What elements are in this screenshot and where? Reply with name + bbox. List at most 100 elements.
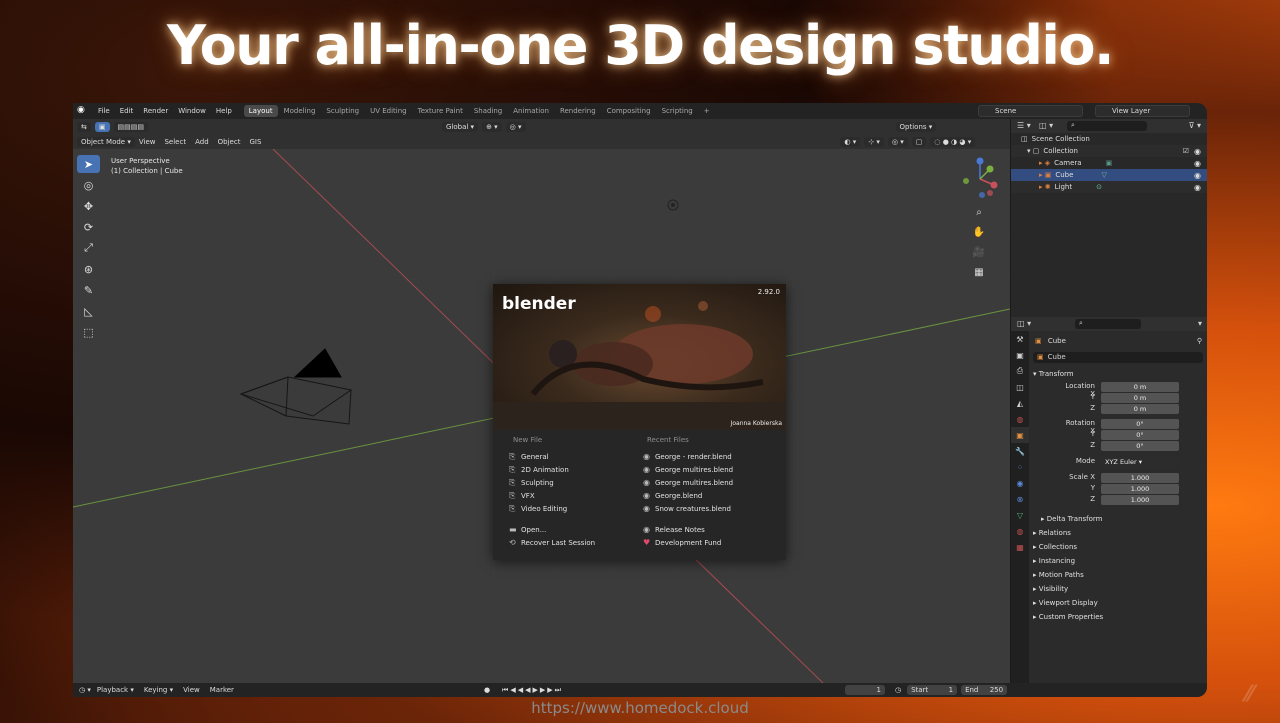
- axis-gizmo-icon[interactable]: [954, 155, 1004, 201]
- motion-paths-header[interactable]: ▸ Motion Paths: [1033, 571, 1084, 579]
- rotation-z-field[interactable]: 0°: [1101, 441, 1179, 451]
- current-frame-field[interactable]: 1: [844, 685, 885, 695]
- menu-help[interactable]: Help: [216, 107, 232, 115]
- eye-icon[interactable]: ◉: [1194, 159, 1201, 168]
- start-frame-field[interactable]: Start 1: [907, 685, 958, 695]
- viewport-menu-object[interactable]: Object: [218, 138, 241, 146]
- exclude-checkbox[interactable]: ☑: [1183, 147, 1189, 155]
- viewport-menu-gis[interactable]: GIS: [249, 138, 261, 146]
- scale-y-field[interactable]: 1.000: [1101, 484, 1179, 494]
- rotation-mode-dropdown[interactable]: XYZ Euler ▾: [1101, 457, 1179, 467]
- outliner-item-cube[interactable]: ▸ ▣ Cube ▽ ◉: [1011, 169, 1207, 181]
- select-mode-icon[interactable]: ▣: [94, 121, 110, 132]
- scene-tab-icon[interactable]: ◭: [1011, 395, 1029, 411]
- object-datablock-field[interactable]: ▣ Cube: [1033, 352, 1203, 363]
- recent-file-item[interactable]: ◉ George multires.blend: [643, 463, 783, 476]
- visibility-header[interactable]: ▸ Visibility: [1033, 585, 1068, 593]
- menu-edit[interactable]: Edit: [120, 107, 134, 115]
- world-tab-icon[interactable]: ◍: [1011, 411, 1029, 427]
- collections-header[interactable]: ▸ Collections: [1033, 543, 1077, 551]
- scale-x-field[interactable]: 1.000: [1101, 473, 1179, 483]
- add-workspace-button[interactable]: +: [699, 105, 715, 117]
- collection-row[interactable]: ▾ ▢ Collection ☑ ◉: [1011, 145, 1207, 157]
- ortho-grid-icon[interactable]: ▦: [971, 267, 987, 283]
- timeline-menu-keying[interactable]: Keying ▾: [144, 686, 173, 694]
- data-tab-icon[interactable]: ▽: [1011, 507, 1029, 523]
- transform-panel-header[interactable]: ▾ Transform: [1033, 370, 1074, 378]
- new-general[interactable]: ⎘ General: [509, 450, 639, 463]
- options-dropdown[interactable]: Options ▾: [895, 121, 937, 132]
- timeline-menu-view[interactable]: View: [183, 686, 200, 694]
- view-layer-tab-icon[interactable]: ◫: [1011, 379, 1029, 395]
- 3d-viewport[interactable]: ⇆ ▣ ▤▤▤▤ Global ▾ ⊕ ▾ ◎ ▾ Options ▾ Obje…: [73, 119, 1010, 683]
- tool-tab-icon[interactable]: ⚒: [1011, 331, 1029, 347]
- tab-uv-editing[interactable]: UV Editing: [365, 105, 412, 117]
- recent-file-item[interactable]: ◉ George - render.blend: [643, 450, 783, 463]
- scale-tool-icon[interactable]: ⤢: [77, 239, 100, 257]
- measure-tool-icon[interactable]: ◺: [77, 302, 100, 320]
- view-layer-selector[interactable]: View Layer: [1095, 105, 1190, 117]
- scene-selector[interactable]: Scene: [978, 105, 1083, 117]
- timeline-menu-marker[interactable]: Marker: [210, 686, 234, 694]
- eye-icon[interactable]: ◉: [1194, 171, 1201, 180]
- particles-tab-icon[interactable]: ⁘: [1011, 459, 1029, 475]
- transform-tool-icon[interactable]: ⊛: [77, 260, 100, 278]
- new-sculpting[interactable]: ⎘ Sculpting: [509, 476, 639, 489]
- physics-tab-icon[interactable]: ◉: [1011, 475, 1029, 491]
- open-file-button[interactable]: ▬ Open...: [509, 523, 639, 536]
- selection-mode-buttons[interactable]: ▤▤▤▤: [113, 121, 148, 132]
- snap-icon[interactable]: ⊕ ▾: [482, 121, 502, 132]
- tab-layout[interactable]: Layout: [243, 105, 278, 117]
- recent-file-item[interactable]: ◉ George.blend: [643, 489, 783, 502]
- end-frame-field[interactable]: End 250: [961, 685, 1008, 695]
- timeline-menu-playback[interactable]: Playback ▾: [97, 686, 134, 694]
- development-fund-link[interactable]: ♥ Development Fund: [643, 536, 783, 549]
- annotate-tool-icon[interactable]: ✎: [77, 281, 100, 299]
- zoom-icon[interactable]: ⌕: [971, 207, 987, 223]
- relations-header[interactable]: ▸ Relations: [1033, 529, 1071, 537]
- menu-window[interactable]: Window: [178, 107, 206, 115]
- pin-icon[interactable]: ⚲: [1197, 337, 1202, 345]
- viewport-menu-view[interactable]: View: [139, 138, 156, 146]
- location-x-field[interactable]: 0 m: [1101, 382, 1179, 392]
- outliner-item-light[interactable]: ▸ ✺ Light ⊙ ◉: [1011, 181, 1207, 193]
- view-object-types-icon[interactable]: ◐ ▾: [840, 136, 861, 147]
- pan-hand-icon[interactable]: ✋: [971, 227, 987, 243]
- record-icon[interactable]: ●: [484, 686, 490, 694]
- viewport-display-header[interactable]: ▸ Viewport Display: [1033, 599, 1098, 607]
- output-tab-icon[interactable]: ⎙: [1011, 363, 1029, 379]
- tab-scripting[interactable]: Scripting: [657, 105, 698, 117]
- rotation-y-field[interactable]: 0°: [1101, 430, 1179, 440]
- rotate-tool-icon[interactable]: ⟳: [77, 218, 100, 236]
- scale-z-field[interactable]: 1.000: [1101, 495, 1179, 505]
- location-y-field[interactable]: 0 m: [1101, 393, 1179, 403]
- blender-logo-icon[interactable]: ◉: [77, 105, 89, 117]
- object-tab-icon[interactable]: ▣: [1011, 427, 1029, 443]
- new-2d-animation[interactable]: ⎘ 2D Animation: [509, 463, 639, 476]
- recent-file-item[interactable]: ◉ Snow creatures.blend: [643, 502, 783, 515]
- playback-controls[interactable]: ⏮◀◀◀▶▶▶⏭: [502, 686, 563, 695]
- outliner-search-input[interactable]: ⌕: [1067, 121, 1147, 131]
- proportional-edit-icon[interactable]: ◎ ▾: [505, 121, 526, 132]
- transform-pivot-icon[interactable]: ⇆: [77, 121, 91, 132]
- select-box-tool-icon[interactable]: ➤: [77, 155, 100, 173]
- eye-icon[interactable]: ◉: [1194, 183, 1201, 192]
- shading-mode-icons[interactable]: ◌ ● ◑ ◕ ▾: [930, 136, 976, 147]
- texture-tab-icon[interactable]: ▦: [1011, 539, 1029, 555]
- recover-session-button[interactable]: ⟲ Recover Last Session: [509, 536, 639, 549]
- camera-view-icon[interactable]: 🎥: [971, 247, 987, 263]
- tab-texture-paint[interactable]: Texture Paint: [413, 105, 468, 117]
- move-tool-icon[interactable]: ✥: [77, 197, 100, 215]
- release-notes-link[interactable]: ◉ Release Notes: [643, 523, 783, 536]
- cursor-tool-icon[interactable]: ◎: [77, 176, 100, 194]
- menu-file[interactable]: File: [98, 107, 110, 115]
- delta-transform-header[interactable]: ▸ Delta Transform: [1041, 515, 1102, 523]
- menu-render[interactable]: Render: [143, 107, 168, 115]
- display-mode-icon[interactable]: ◫ ▾: [1039, 121, 1053, 130]
- recent-file-item[interactable]: ◉ George multires.blend: [643, 476, 783, 489]
- tab-shading[interactable]: Shading: [469, 105, 507, 117]
- tab-modeling[interactable]: Modeling: [279, 105, 321, 117]
- constraints-tab-icon[interactable]: ⊗: [1011, 491, 1029, 507]
- new-vfx[interactable]: ⎘ VFX: [509, 489, 639, 502]
- overlays-toggle-icon[interactable]: ◎ ▾: [887, 136, 908, 147]
